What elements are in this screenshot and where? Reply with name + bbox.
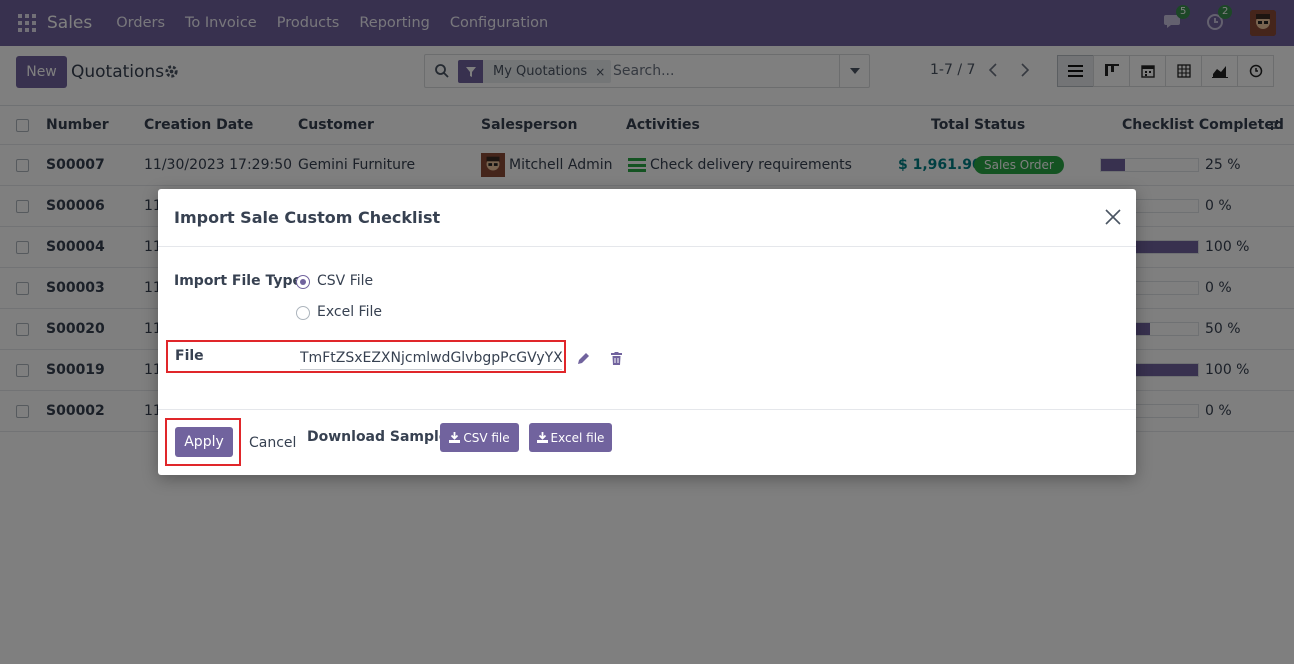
modal-header: Import Sale Custom Checklist	[158, 189, 1136, 247]
csv-file-radio[interactable]	[296, 275, 310, 289]
excel-file-radio-label[interactable]: Excel File	[317, 304, 382, 320]
file-value[interactable]: TmFtZSxEZXNjcmlwdGlvbgpPcGVyYXRpb24K	[300, 350, 562, 366]
csv-sample-label: CSV file	[463, 430, 510, 445]
import-file-type-label: Import File Type	[174, 273, 302, 289]
csv-file-radio-label[interactable]: CSV File	[317, 273, 373, 289]
modal-title: Import Sale Custom Checklist	[174, 208, 441, 227]
file-label: File	[175, 348, 204, 364]
download-icon	[536, 432, 548, 443]
apply-highlight: Apply	[165, 418, 241, 466]
file-field-highlight: File TmFtZSxEZXNjcmlwdGlvbgpPcGVyYXRpb24…	[166, 340, 566, 373]
pencil-icon[interactable]	[577, 352, 590, 369]
apply-button[interactable]: Apply	[175, 427, 233, 457]
file-underline	[300, 369, 562, 370]
trash-icon[interactable]	[611, 352, 622, 369]
csv-sample-button[interactable]: CSV file	[440, 423, 519, 452]
excel-sample-label: Excel file	[550, 430, 605, 445]
excel-file-radio[interactable]	[296, 306, 310, 320]
cancel-button[interactable]: Cancel	[249, 435, 296, 451]
download-sample-label: Download Sample:	[307, 429, 454, 445]
import-checklist-dialog: Import Sale Custom Checklist Import File…	[158, 189, 1136, 475]
close-icon[interactable]	[1104, 208, 1122, 226]
modal-footer: Apply Cancel Download Sample: CSV file E…	[158, 409, 1136, 475]
excel-sample-button[interactable]: Excel file	[529, 423, 612, 452]
download-icon	[449, 432, 461, 443]
